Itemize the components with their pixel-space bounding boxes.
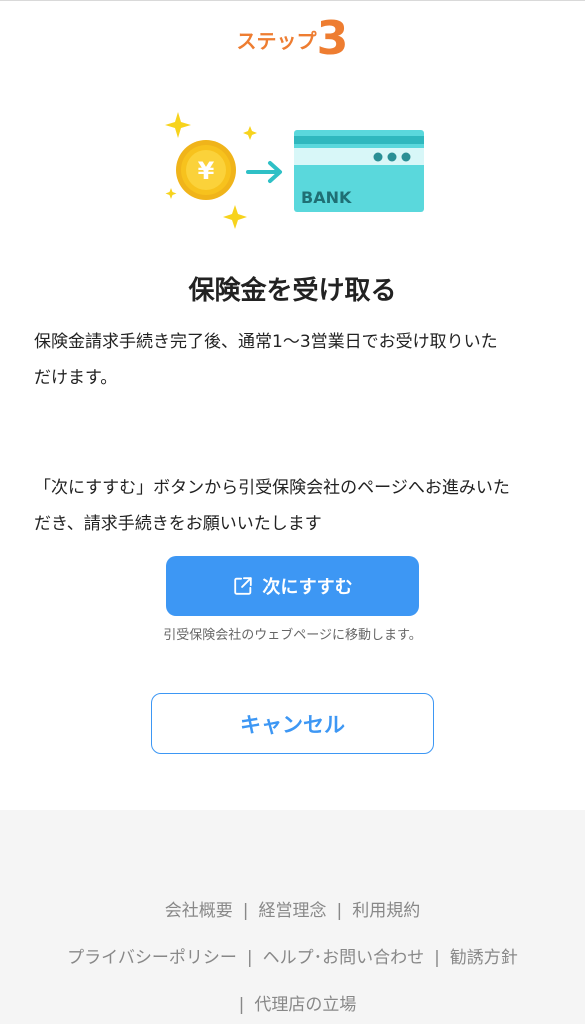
footer-separator: |	[242, 901, 249, 921]
footer-separator: |	[434, 948, 440, 968]
footer-link-company-overview[interactable]: 会社概要	[165, 901, 233, 921]
sparkle-icon	[165, 112, 191, 138]
step-label: ステップ	[236, 29, 317, 53]
footer-link-privacy-policy[interactable]: プライバシーポリシー	[67, 948, 237, 968]
footer-separator: |	[246, 948, 253, 968]
yen-symbol: ¥	[198, 157, 215, 185]
bank-label: BANK	[301, 188, 352, 207]
footer-row: プライバシーポリシー | ヘルプ･お問い合わせ | 勧誘方針	[0, 943, 585, 968]
external-link-icon	[234, 577, 253, 595]
footer-row: 会社概要 | 経営理念 | 利用規約	[0, 896, 585, 921]
footer-link-agency-position[interactable]: 代理店の立場	[254, 995, 356, 1015]
top-divider	[0, 0, 585, 1]
next-step-description: 「次にすすむ」ボタンから引受保険会社のページへお進みいた だき、請求手続きをお願…	[34, 470, 554, 542]
step-number: 3	[316, 11, 349, 65]
page-title: 保険金を受け取る	[188, 276, 397, 306]
yen-coin-icon: ¥	[176, 140, 236, 200]
next-step-description-line2: だき、請求手続きをお願いいたします	[34, 514, 322, 534]
footer-link-management-philosophy[interactable]: 経営理念	[259, 901, 327, 921]
bank-card-icon: BANK	[294, 130, 424, 212]
footer-link-solicitation-policy[interactable]: 勧誘方針	[450, 948, 518, 968]
sparkle-icon	[165, 188, 177, 199]
next-step-description-line1: 「次にすすむ」ボタンから引受保険会社のページへお進みいた	[34, 478, 510, 498]
cancel-button[interactable]: キャンセル	[151, 693, 434, 754]
next-button-label: 次にすすむ	[262, 577, 353, 597]
redirect-note: 引受保険会社のウェブページに移動します。	[163, 628, 422, 643]
footer-row: | 代理店の立場	[0, 990, 585, 1015]
footer-separator: |	[238, 995, 245, 1015]
coin-to-bank-illustration: ¥ BANK	[165, 112, 424, 229]
footer: 会社概要 | 経営理念 | 利用規約 プライバシーポリシー | ヘルプ･お問い合わせ | 勧誘方…	[0, 810, 585, 1024]
completion-description-line2: だけます。	[34, 368, 118, 388]
arrow-right-icon	[246, 161, 282, 183]
sparkle-icon	[243, 126, 257, 140]
footer-separator: |	[336, 901, 343, 921]
footer-link-terms[interactable]: 利用規約	[352, 901, 420, 921]
completion-description-line1: 保険金請求手続き完了後、通常1〜3営業日でお受け取りいた	[34, 332, 498, 352]
completion-description: 保険金請求手続き完了後、通常1〜3営業日でお受け取りいた だけます。	[34, 324, 554, 396]
sparkle-icon	[223, 205, 247, 229]
footer-link-help-contact[interactable]: ヘルプ･お問い合わせ	[263, 948, 425, 968]
next-button[interactable]: 次にすすむ	[166, 556, 419, 616]
step-indicator: ステップ3	[0, 12, 585, 64]
